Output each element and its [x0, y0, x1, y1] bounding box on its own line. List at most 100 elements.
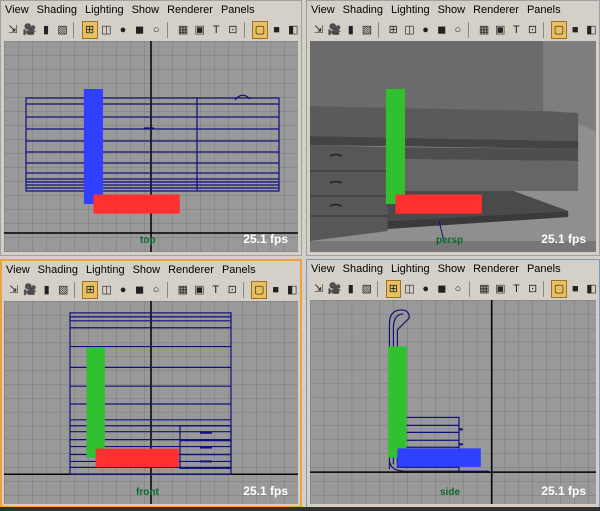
camera-select-icon[interactable]: ⇲ [311, 21, 327, 39]
menu-lighting[interactable]: Lighting [82, 264, 129, 276]
smooth-shade-icon[interactable]: ● [417, 21, 434, 39]
shadow-icon[interactable]: ◧ [583, 280, 600, 298]
menu-renderer[interactable]: Renderer [163, 4, 217, 16]
menu-show[interactable]: Show [434, 4, 470, 16]
viewport-pane-top[interactable]: View Shading Lighting Show Renderer Pane… [0, 0, 302, 256]
menu-show[interactable]: Show [434, 263, 470, 275]
safe-title-icon[interactable]: T [208, 281, 224, 299]
wireframe-icon[interactable]: ◫ [401, 21, 417, 39]
safe-title-icon[interactable]: T [208, 21, 225, 39]
shadow-icon[interactable]: ◧ [583, 21, 599, 39]
hud-icon[interactable]: ⊡ [525, 280, 541, 298]
menu-view[interactable]: View [307, 263, 339, 275]
menu-lighting[interactable]: Lighting [387, 263, 434, 275]
menu-panels[interactable]: Panels [217, 4, 259, 16]
menu-view[interactable]: View [307, 4, 339, 16]
textured-icon[interactable]: ◼ [434, 280, 450, 298]
grid-icon[interactable]: ⊞ [82, 281, 98, 299]
bookmark-icon[interactable]: ▮ [343, 21, 359, 39]
default-light-icon[interactable]: ■ [567, 280, 583, 298]
menu-panels[interactable]: Panels [218, 264, 260, 276]
isolate-icon[interactable]: ○ [148, 21, 164, 39]
film-gate-icon[interactable]: ▦ [476, 21, 492, 39]
camera-attributes-icon[interactable]: 🎥 [21, 21, 38, 39]
image-plane-icon[interactable]: ▧ [54, 21, 71, 39]
wireframe-icon[interactable]: ◫ [402, 280, 418, 298]
isolate-icon[interactable]: ○ [450, 280, 466, 298]
menu-shading[interactable]: Shading [339, 4, 387, 16]
viewport-pane-side[interactable]: View Shading Lighting Show Renderer Pane… [306, 259, 600, 508]
smooth-shade-icon[interactable]: ● [115, 281, 131, 299]
safe-title-icon[interactable]: T [508, 21, 524, 39]
menu-shading[interactable]: Shading [34, 264, 82, 276]
isolate-icon[interactable]: ○ [148, 281, 164, 299]
bookmark-icon[interactable]: ▮ [38, 21, 54, 39]
menu-renderer[interactable]: Renderer [164, 264, 218, 276]
menu-lighting[interactable]: Lighting [81, 4, 128, 16]
shaded-box-icon[interactable]: ▢ [551, 21, 567, 39]
viewport-pane-front[interactable]: View Shading Lighting Show Renderer Pane… [0, 259, 302, 508]
default-light-icon[interactable]: ■ [268, 21, 285, 39]
resolution-gate-icon[interactable]: ▣ [191, 21, 208, 39]
safe-title-icon[interactable]: T [508, 280, 525, 298]
menu-shading[interactable]: Shading [339, 263, 387, 275]
shaded-box-icon[interactable]: ▢ [251, 21, 268, 39]
shadow-icon[interactable]: ◧ [285, 21, 302, 39]
image-plane-icon[interactable]: ▧ [359, 21, 375, 39]
smooth-shade-icon[interactable]: ● [418, 280, 434, 298]
textured-icon[interactable]: ◼ [434, 21, 450, 39]
menu-shading[interactable]: Shading [33, 4, 81, 16]
viewport-top[interactable]: top 25.1 fps [4, 41, 298, 252]
bookmark-icon[interactable]: ▮ [343, 280, 359, 298]
camera-attributes-icon[interactable]: 🎥 [22, 281, 38, 299]
menu-renderer[interactable]: Renderer [469, 263, 523, 275]
viewport-side[interactable]: side 25.1 fps [310, 300, 596, 504]
textured-icon[interactable]: ◼ [131, 281, 148, 299]
camera-attributes-icon[interactable]: 🎥 [327, 21, 343, 39]
grid-icon[interactable]: ⊞ [385, 280, 402, 298]
grid-icon[interactable]: ⊞ [385, 21, 401, 39]
panel-menubar: View Shading Lighting Show Renderer Pane… [2, 261, 300, 279]
menu-renderer[interactable]: Renderer [469, 4, 523, 16]
smooth-shade-icon[interactable]: ● [115, 21, 131, 39]
camera-select-icon[interactable]: ⇲ [311, 280, 327, 298]
shaded-box-icon[interactable]: ▢ [551, 280, 567, 298]
menu-panels[interactable]: Panels [523, 263, 565, 275]
wireframe-icon[interactable]: ◫ [98, 21, 115, 39]
hud-icon[interactable]: ⊡ [524, 21, 541, 39]
camera-select-icon[interactable]: ⇲ [5, 21, 21, 39]
menu-panels[interactable]: Panels [523, 4, 565, 16]
isolate-icon[interactable]: ○ [450, 21, 466, 39]
menu-show[interactable]: Show [128, 4, 164, 16]
shaded-box-icon[interactable]: ▢ [251, 281, 268, 299]
default-light-icon[interactable]: ■ [268, 281, 284, 299]
viewport-persp[interactable]: persp 25.1 fps [310, 41, 596, 252]
hud-icon[interactable]: ⊡ [224, 281, 240, 299]
resolution-gate-icon[interactable]: ▣ [191, 281, 208, 299]
menu-view[interactable]: View [2, 264, 34, 276]
menu-view[interactable]: View [1, 4, 33, 16]
image-plane-icon[interactable]: ▧ [55, 281, 71, 299]
film-gate-icon[interactable]: ▦ [476, 280, 492, 298]
shadow-icon[interactable]: ◧ [284, 281, 300, 299]
viewport-pane-persp[interactable]: View Shading Lighting Show Renderer Pane… [306, 0, 600, 256]
menu-lighting[interactable]: Lighting [387, 4, 434, 16]
default-light-icon[interactable]: ■ [567, 21, 583, 39]
camera-select-icon[interactable]: ⇲ [6, 281, 22, 299]
toolbar-separator [242, 282, 248, 298]
menu-show[interactable]: Show [129, 264, 165, 276]
grid-icon[interactable]: ⊞ [81, 21, 98, 39]
resolution-gate-icon[interactable]: ▣ [492, 280, 508, 298]
camera-attributes-icon[interactable]: 🎥 [327, 280, 343, 298]
image-plane-icon[interactable]: ▧ [359, 280, 375, 298]
hud-icon[interactable]: ⊡ [225, 21, 241, 39]
textured-icon[interactable]: ◼ [131, 21, 148, 39]
film-gate-icon[interactable]: ▦ [175, 21, 191, 39]
bookmark-icon[interactable]: ▮ [38, 281, 55, 299]
film-gate-icon[interactable]: ▦ [175, 281, 191, 299]
wireframe-icon[interactable]: ◫ [98, 281, 115, 299]
resolution-gate-icon[interactable]: ▣ [492, 21, 508, 39]
toolbar-separator [377, 22, 383, 38]
viewport-front[interactable]: front 25.1 fps [4, 301, 298, 504]
fps-readout: 25.1 fps [243, 232, 288, 246]
